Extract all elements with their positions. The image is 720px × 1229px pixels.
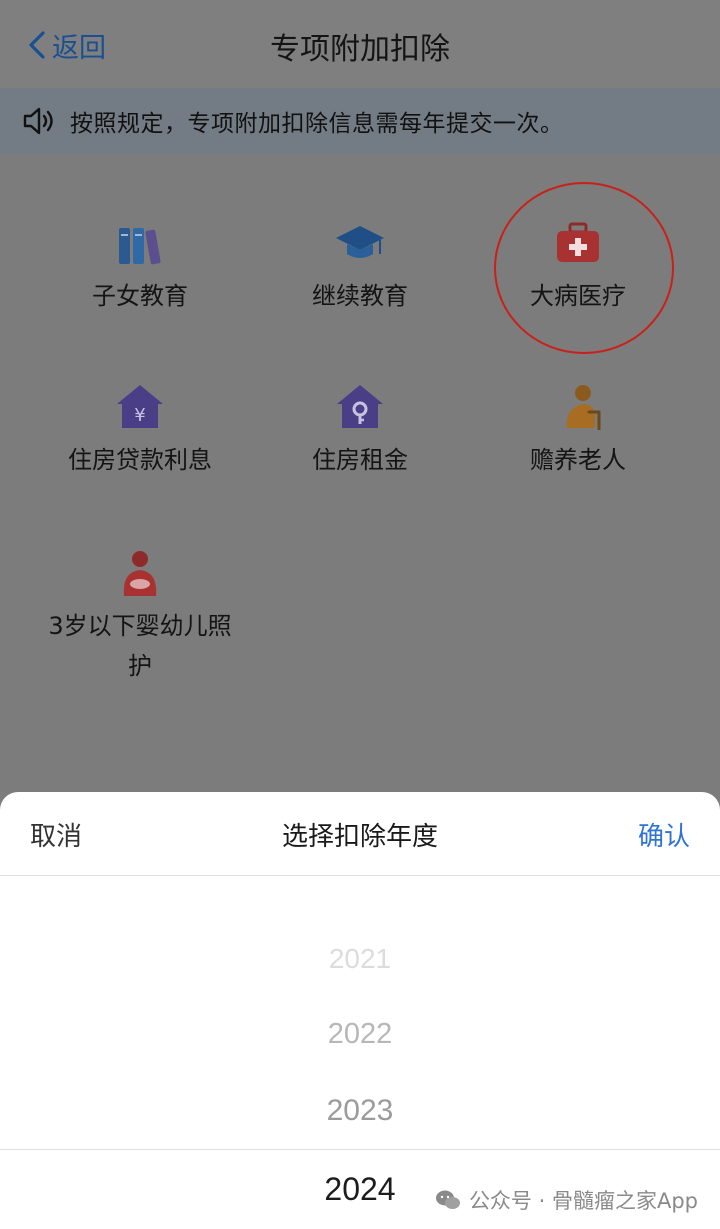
item-infant-care[interactable]: 3岁以下婴幼儿照护 — [30, 548, 250, 686]
notice-banner: 按照规定，专项附加扣除信息需每年提交一次。 — [0, 88, 720, 154]
sheet-title: 选择扣除年度 — [281, 822, 438, 852]
deduction-grid: 子女教育 继续教育 大病医疗 ¥ 住房贷款利息 住房租金 赡养老人 3岁以下婴幼… — [0, 154, 720, 794]
notice-text: 按照规定，专项附加扣除信息需每年提交一次。 — [70, 111, 564, 137]
item-label: 继续教育 — [312, 282, 408, 310]
house-yuan-icon: ¥ — [117, 385, 163, 428]
item-continuing-education[interactable]: 继续教育 — [250, 218, 470, 316]
item-label: 住房贷款利息 — [68, 446, 212, 474]
confirm-button[interactable]: 确认 — [638, 816, 690, 853]
item-elderly-support[interactable]: 赡养老人 — [468, 382, 688, 480]
cancel-button[interactable]: 取消 — [30, 816, 82, 853]
elderly-person-icon — [566, 385, 601, 430]
speaker-icon — [23, 107, 53, 135]
item-label: 3岁以下婴幼儿照护 — [48, 612, 232, 680]
medical-kit-icon — [557, 222, 599, 262]
item-serious-illness-medical[interactable]: 大病医疗 — [468, 218, 688, 316]
item-label: 子女教育 — [92, 282, 188, 310]
item-label: 住房租金 — [312, 446, 408, 474]
year-option[interactable]: 2022 — [0, 1018, 720, 1051]
sheet-header: 取消 选择扣除年度 确认 — [0, 792, 720, 876]
wechat-icon — [435, 1190, 460, 1209]
graduation-cap-icon — [336, 226, 384, 258]
year-option[interactable]: 2023 — [0, 1094, 720, 1128]
year-picker[interactable]: 2021 2022 2023 2024 — [0, 877, 720, 1229]
item-housing-rent[interactable]: 住房租金 — [250, 382, 470, 480]
year-picker-sheet: 取消 选择扣除年度 确认 2021 2022 2023 2024 公众号 · 骨… — [0, 792, 720, 1229]
page-title: 专项附加扣除 — [270, 32, 450, 67]
item-label: 大病医疗 — [530, 282, 626, 310]
item-children-education[interactable]: 子女教育 — [30, 218, 250, 316]
nav-bar: 返回 专项附加扣除 — [0, 0, 720, 88]
mother-baby-icon — [123, 551, 157, 596]
item-label: 赡养老人 — [530, 446, 626, 474]
watermark-text: 公众号 · 骨髓瘤之家App — [468, 1189, 698, 1213]
item-housing-loan-interest[interactable]: ¥ 住房贷款利息 — [30, 382, 250, 480]
watermark: 公众号 · 骨髓瘤之家App — [434, 1185, 698, 1215]
year-option[interactable]: 2021 — [0, 943, 720, 975]
books-icon — [119, 228, 161, 265]
svg-text:¥: ¥ — [134, 405, 145, 426]
picker-selection-line — [0, 1149, 720, 1150]
house-key-icon — [337, 385, 383, 428]
